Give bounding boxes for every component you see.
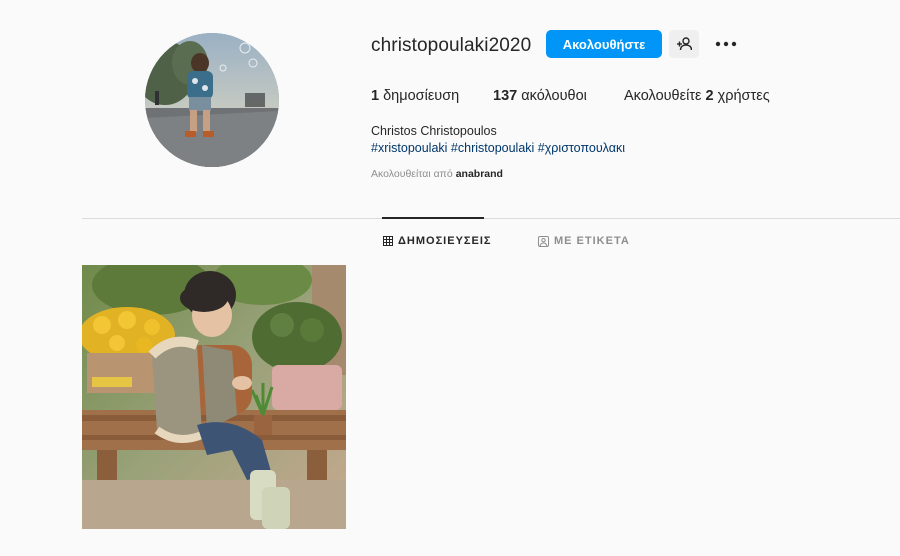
following-count: 2 — [705, 88, 714, 104]
following-prefix: Ακολουθείτε — [624, 88, 706, 104]
tab-tagged-label: ΜΕ ΕΤΙΚΕΤΑ — [554, 235, 630, 247]
profile-username: christopoulaki2020 — [371, 35, 532, 56]
follow-button[interactable]: Ακολουθήστε — [546, 30, 662, 58]
followed-by-prefix: Ακολουθείται από — [371, 168, 456, 180]
tab-posts[interactable]: ΔΗΜΟΣΙΕΥΣΕΙΣ — [383, 235, 492, 247]
profile-avatar[interactable] — [145, 33, 279, 167]
profile-hashtags: #xristopoulaki #christopoulaki #χριστοπο… — [371, 141, 625, 155]
following-label: χρήστες — [713, 88, 770, 104]
post-thumbnail[interactable] — [82, 265, 346, 529]
followers-label: ακόλουθοι — [517, 88, 587, 104]
person-add-icon — [677, 37, 692, 51]
posts-count: 1 — [371, 88, 380, 104]
hashtag-link[interactable]: #christopoulaki — [451, 141, 534, 155]
more-options-icon — [715, 41, 737, 47]
hashtag-link[interactable]: #xristopoulaki — [371, 141, 447, 155]
tagged-icon — [538, 235, 549, 247]
stat-followers[interactable]: 137 ακόλουθοι — [493, 88, 587, 104]
tab-tagged[interactable]: ΜΕ ΕΤΙΚΕΤΑ — [538, 235, 630, 247]
grid-icon — [383, 236, 393, 246]
suggested-accounts-button[interactable] — [669, 30, 699, 58]
profile-page: christopoulaki2020 Ακολουθήστε 1 δημοσίε… — [0, 0, 900, 556]
posts-label: δημοσίευση — [379, 88, 460, 104]
hashtag-link[interactable]: #χριστοπουλακι — [538, 141, 625, 155]
active-tab-indicator — [382, 217, 484, 219]
followed-by-user: anabrand — [455, 168, 503, 180]
followers-count: 137 — [493, 88, 518, 104]
tabs-divider — [82, 218, 900, 219]
profile-full-name: Christos Christopoulos — [371, 124, 497, 138]
stat-posts: 1 δημοσίευση — [371, 88, 459, 104]
more-options-button[interactable] — [712, 30, 740, 58]
tab-posts-label: ΔΗΜΟΣΙΕΥΣΕΙΣ — [398, 235, 492, 247]
followed-by[interactable]: Ακολουθείται από anabrand — [371, 168, 503, 180]
post-photo — [82, 265, 346, 529]
stat-following[interactable]: Ακολουθείτε 2 χρήστες — [624, 88, 770, 104]
avatar-photo — [145, 33, 279, 167]
